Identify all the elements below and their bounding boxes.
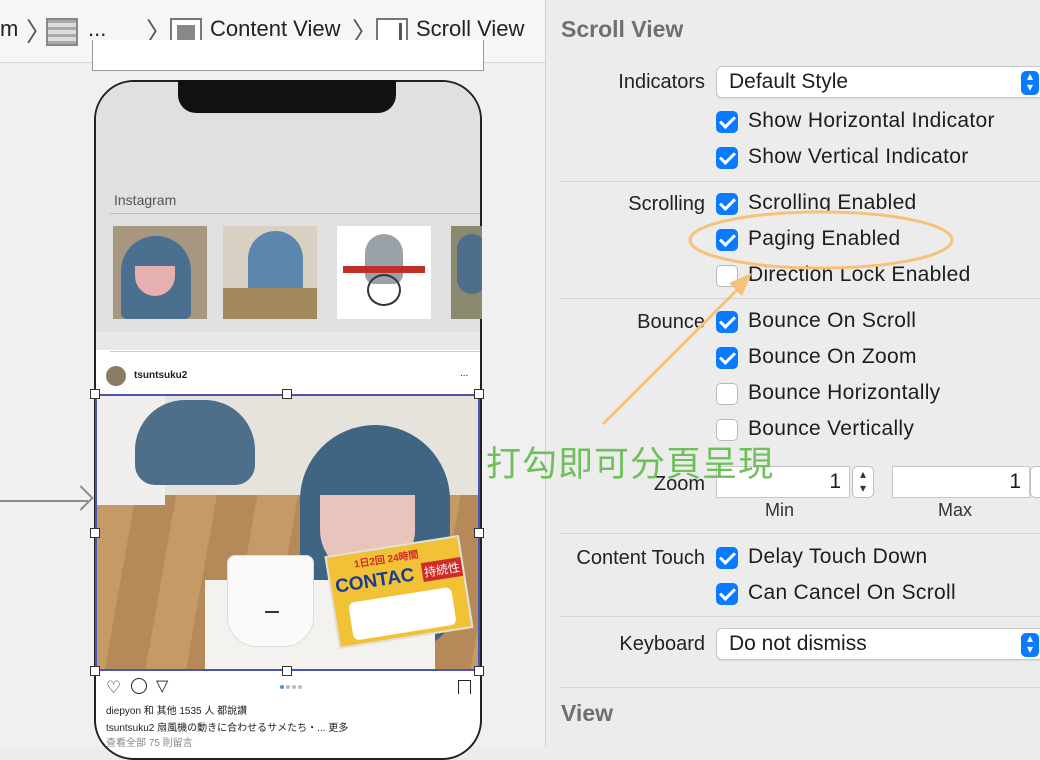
annotation-arrow bbox=[601, 280, 747, 426]
annotation-text: 打勾即可分頁呈現 bbox=[486, 445, 775, 485]
highlight-ellipse bbox=[688, 210, 954, 270]
annotation-overlay bbox=[601, 210, 954, 426]
